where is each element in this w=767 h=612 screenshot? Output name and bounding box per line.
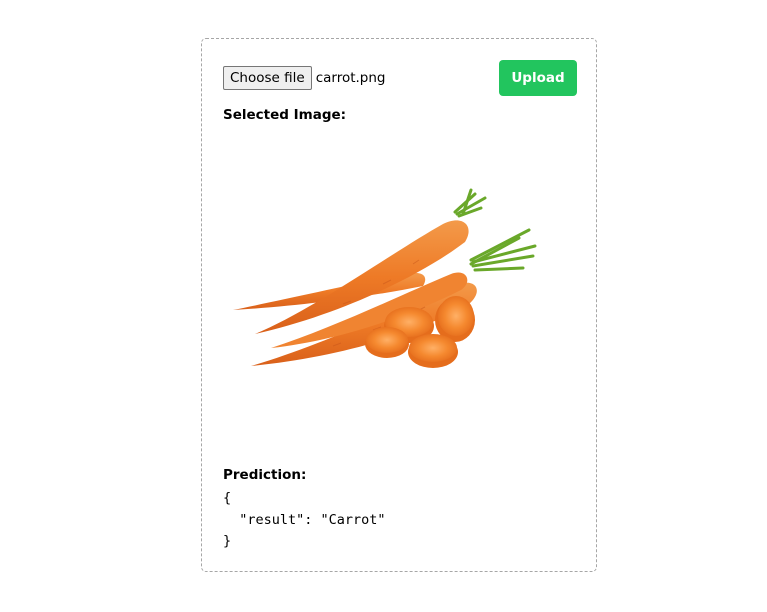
upload-card: Choose file carrot.png Upload Selected I…: [201, 38, 597, 572]
upload-button[interactable]: Upload: [499, 60, 577, 96]
file-input[interactable]: Choose file carrot.png: [223, 66, 386, 90]
choose-file-button[interactable]: Choose file: [223, 66, 312, 90]
selected-image-preview: [223, 134, 578, 454]
selected-image-label: Selected Image:: [223, 107, 347, 123]
selected-file-name: carrot.png: [315, 70, 386, 86]
carrot-image: [233, 188, 537, 368]
prediction-output: { "result": "Carrot" }: [223, 490, 386, 549]
prediction-label: Prediction:: [223, 467, 307, 483]
